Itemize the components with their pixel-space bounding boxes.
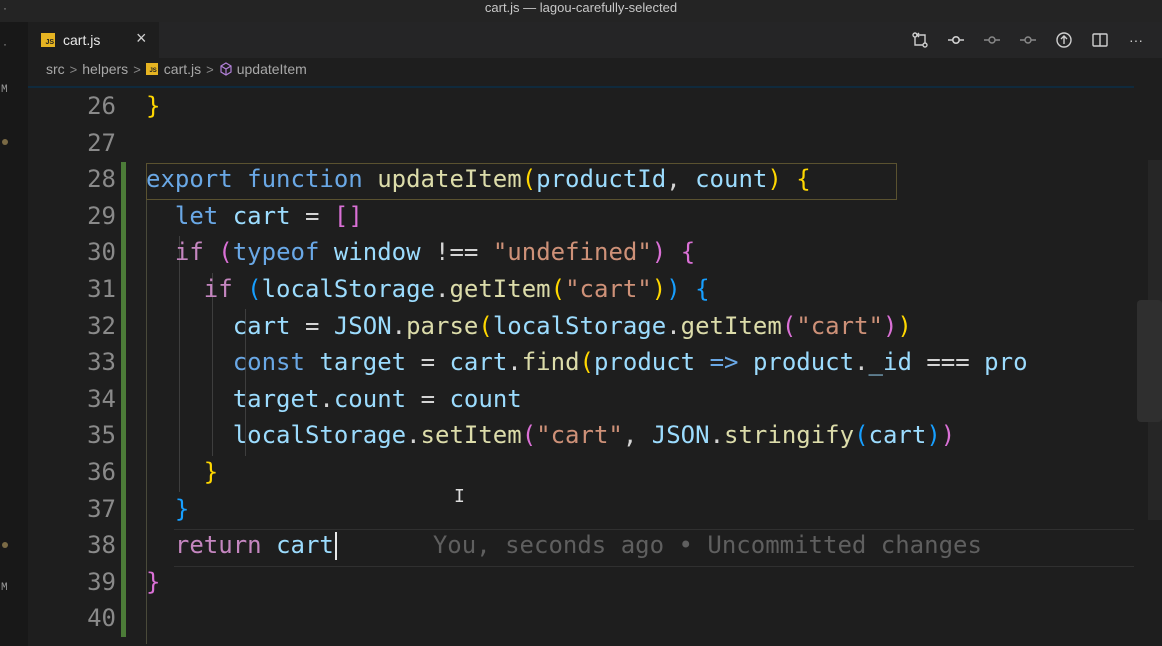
line-number: 36 xyxy=(87,458,116,486)
code-text[interactable]: cart = JSON.parse(localStorage.getItem("… xyxy=(146,308,912,345)
line-number: 32 xyxy=(87,311,116,340)
code-line[interactable]: 40 xyxy=(28,600,1162,637)
breadcrumb-src[interactable]: src xyxy=(46,61,65,77)
next-change-icon[interactable] xyxy=(1010,22,1046,58)
code-editor[interactable]: ‾ 26}2728export function updateItem(prod… xyxy=(28,80,1162,646)
sidebar-dot: · xyxy=(3,37,7,51)
open-changes-icon[interactable] xyxy=(1046,22,1082,58)
chevron-right-icon: > xyxy=(133,61,141,77)
code-line[interactable]: 39} xyxy=(28,564,1162,601)
breadcrumb-helpers[interactable]: helpers xyxy=(82,61,128,77)
code-text[interactable]: localStorage.setItem("cart", JSON.string… xyxy=(146,417,956,454)
vertical-scrollbar-thumb[interactable] xyxy=(1137,300,1162,422)
breadcrumb: src > helpers > JS cart.js > updateItem xyxy=(28,58,1162,80)
mouse-cursor-ibeam: I xyxy=(454,486,465,507)
window-title: cart.js — lagou-carefully-selected xyxy=(484,0,678,15)
modified-marker-top: M xyxy=(1,84,8,96)
code-line[interactable]: 33 const target = cart.find(product => p… xyxy=(28,344,1162,381)
code-line[interactable]: 34 target.count = count xyxy=(28,381,1162,418)
code-text[interactable]: return cart You, seconds ago • Uncommitte… xyxy=(146,527,982,564)
line-number: 34 xyxy=(87,384,116,413)
commit-icon[interactable] xyxy=(938,22,974,58)
line-number: 33 xyxy=(87,348,116,377)
breadcrumb-symbol[interactable]: updateItem xyxy=(237,61,307,77)
line-number: 28 xyxy=(87,165,116,194)
line-number: 30 xyxy=(87,238,116,267)
change-bullet-top xyxy=(2,139,8,145)
code-text[interactable]: } xyxy=(146,454,218,491)
line-number: 27 xyxy=(87,128,116,157)
code-line[interactable]: 35 localStorage.setItem("cart", JSON.str… xyxy=(28,417,1162,454)
source-control-icon[interactable] xyxy=(902,22,938,58)
js-file-icon: JS xyxy=(145,63,158,75)
line-number: 26 xyxy=(87,92,116,120)
code-line[interactable]: 36 } xyxy=(28,454,1162,491)
previous-change-icon[interactable] xyxy=(974,22,1010,58)
modified-marker-bottom: M xyxy=(1,582,8,594)
code-line[interactable]: 28 export function updateItem(productId, … xyxy=(28,161,1162,198)
code-line[interactable]: 29 let cart = [] xyxy=(28,198,1162,235)
code-text[interactable]: if (typeof window !== "undefined") { xyxy=(146,234,695,271)
line-number: 40 xyxy=(87,604,116,633)
code-text[interactable]: const target = cart.find(product => prod… xyxy=(146,344,1028,381)
code-text[interactable]: } xyxy=(146,88,160,125)
line-number: 35 xyxy=(87,421,116,450)
title-bar: · cart.js — lagou-carefully-selected xyxy=(0,0,1162,22)
title-bar-dot: · xyxy=(3,1,7,15)
code-text[interactable]: } xyxy=(146,564,160,601)
code-text[interactable]: } xyxy=(146,491,189,528)
code-text[interactable]: export function updateItem(productId, co… xyxy=(146,161,811,198)
split-editor-icon[interactable] xyxy=(1082,22,1118,58)
text-cursor xyxy=(334,532,337,561)
tab-cart-js[interactable]: JS cart.js × xyxy=(28,22,159,58)
code-line[interactable]: 26} xyxy=(28,88,1162,125)
code-text[interactable]: if (localStorage.getItem("cart")) { xyxy=(146,271,710,308)
change-bullet-bottom xyxy=(2,542,8,548)
chevron-right-icon: > xyxy=(206,61,214,77)
code-text[interactable]: target.count = count xyxy=(146,381,522,418)
line-number: 37 xyxy=(87,494,116,523)
code-line[interactable]: 31 if (localStorage.getItem("cart")) { xyxy=(28,271,1162,308)
tab-label: cart.js xyxy=(63,32,101,48)
code-line[interactable]: 27 xyxy=(28,125,1162,162)
code-line[interactable]: 38 return cart You, seconds ago • Uncommi… xyxy=(28,527,1162,564)
git-blame-annotation: You, seconds ago • Uncommitted changes xyxy=(432,531,982,560)
code-line[interactable]: 30 if (typeof window !== "undefined") { xyxy=(28,234,1162,271)
editor-actions: ··· xyxy=(902,22,1154,58)
line-number: 38 xyxy=(87,531,116,560)
js-file-icon: JS xyxy=(41,33,55,47)
close-icon[interactable]: × xyxy=(136,28,147,49)
more-actions-icon[interactable]: ··· xyxy=(1118,22,1154,58)
breadcrumb-file[interactable]: cart.js xyxy=(164,61,201,77)
tab-bar: JS cart.js × ··· xyxy=(28,22,1162,58)
line-number: 39 xyxy=(87,567,116,596)
method-symbol-icon xyxy=(220,62,232,76)
code-line[interactable]: 32 cart = JSON.parse(localStorage.getIte… xyxy=(28,308,1162,345)
line-number: 29 xyxy=(87,201,116,230)
chevron-right-icon: > xyxy=(69,61,78,77)
code-text[interactable]: let cart = [] xyxy=(146,198,363,235)
sidebar-sliver: · M M xyxy=(0,22,28,646)
code-line[interactable]: 37 } xyxy=(28,491,1162,528)
line-number: 31 xyxy=(87,275,116,303)
